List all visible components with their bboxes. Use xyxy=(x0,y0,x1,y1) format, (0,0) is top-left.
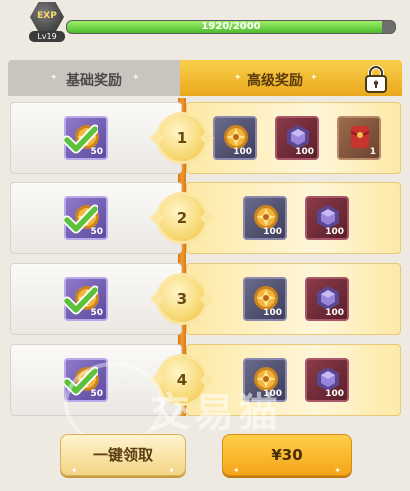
advanced-reward-item[interactable]: 100 xyxy=(305,277,349,321)
tab-basic-label: 基础奖励 xyxy=(66,73,122,89)
sparkle-icon: ✦ xyxy=(310,73,318,83)
item-quantity: 100 xyxy=(263,227,282,237)
level-node: 3 xyxy=(159,276,205,322)
item-quantity: 100 xyxy=(325,389,344,399)
sparkle-icon: ✦ xyxy=(334,466,341,475)
item-quantity: 100 xyxy=(233,147,252,157)
buy-price-label: ¥30 xyxy=(271,446,303,464)
sparkle-icon: ✦ xyxy=(233,466,240,475)
buy-pass-button[interactable]: ✦ ¥30 ✦ xyxy=(222,434,352,476)
advanced-reward-item[interactable]: 100 xyxy=(305,358,349,402)
tab-basic-rewards[interactable]: ✦ 基础奖励 ✦ xyxy=(8,60,180,96)
tab-advanced-label: 高级奖励 xyxy=(247,73,303,89)
exp-progress-bar: 1920/2000 xyxy=(66,20,396,34)
basic-reward-item[interactable]: 50 xyxy=(64,116,108,160)
lock-icon[interactable] xyxy=(362,64,390,94)
level-node: 2 xyxy=(159,195,205,241)
advanced-reward-item[interactable]: 100 xyxy=(213,116,257,160)
advanced-reward-item[interactable]: 100 xyxy=(275,116,319,160)
item-quantity: 50 xyxy=(90,308,103,318)
exp-badge-text: EXP xyxy=(37,11,57,21)
advanced-reward-item[interactable]: 100 xyxy=(243,196,287,240)
item-quantity: 100 xyxy=(325,308,344,318)
exp-badge: EXP Lv19 xyxy=(28,2,66,42)
item-quantity: 1 xyxy=(369,147,376,157)
basic-reward-item[interactable]: 50 xyxy=(64,196,108,240)
item-quantity: 100 xyxy=(295,147,314,157)
tab-advanced-rewards[interactable]: ✦ 高级奖励 ✦ xyxy=(180,60,402,96)
sparkle-icon: ✦ xyxy=(168,466,175,475)
advanced-reward-row: 100 100 1 xyxy=(186,102,401,174)
advanced-reward-item[interactable]: 1 xyxy=(337,116,381,160)
advanced-reward-row: 100 100 xyxy=(186,182,401,254)
exp-progress-text: 1920/2000 xyxy=(201,21,261,32)
basic-reward-item[interactable]: 50 xyxy=(64,277,108,321)
advanced-reward-row: 100 100 xyxy=(186,263,401,335)
item-quantity: 100 xyxy=(325,227,344,237)
advanced-reward-item[interactable]: 100 xyxy=(305,196,349,240)
player-level: Lv19 xyxy=(29,31,65,42)
claim-all-label: 一键领取 xyxy=(92,446,153,464)
item-quantity: 100 xyxy=(263,308,282,318)
item-quantity: 50 xyxy=(90,227,103,237)
level-node: 1 xyxy=(159,115,205,161)
advanced-reward-item[interactable]: 100 xyxy=(243,277,287,321)
claim-all-button[interactable]: ✦ 一键领取 ✦ xyxy=(60,434,186,476)
sparkle-icon: ✦ xyxy=(132,73,140,83)
watermark-text: 交易猫 xyxy=(150,390,282,436)
sparkle-icon: ✦ xyxy=(71,466,78,475)
item-quantity: 50 xyxy=(90,147,103,157)
